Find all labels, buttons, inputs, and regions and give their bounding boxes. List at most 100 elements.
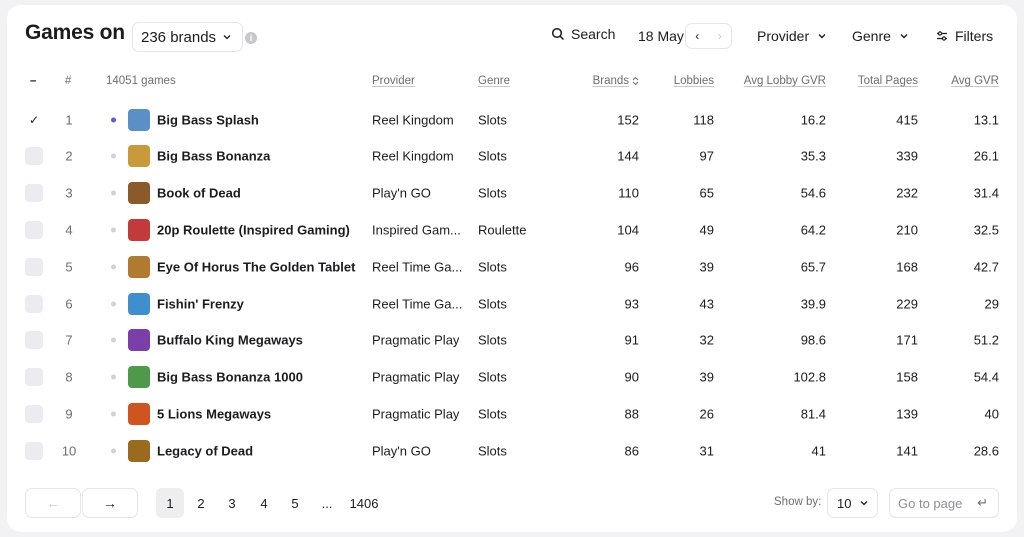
row-avg-lobby-gvr: 98.6 xyxy=(800,332,826,348)
row-avg-lobby-gvr: 65.7 xyxy=(800,259,826,275)
row-checkbox[interactable] xyxy=(25,441,43,460)
brand-select-value: 236 brands xyxy=(141,28,217,46)
enter-icon: ↵ xyxy=(977,495,988,510)
search-button[interactable]: Search xyxy=(551,26,615,42)
row-total-pages: 141 xyxy=(896,443,918,459)
page-1[interactable]: 1 xyxy=(156,488,184,518)
status-dot xyxy=(111,117,116,122)
col-total-pages[interactable]: Total Pages xyxy=(858,75,918,87)
row-avg-gvr: 28.6 xyxy=(973,443,999,459)
filters-label: Filters xyxy=(955,28,994,44)
chevron-down-icon xyxy=(818,34,826,39)
row-rank: 6 xyxy=(65,296,73,311)
col-brands[interactable]: Brands xyxy=(593,75,639,87)
row-avg-lobby-gvr: 16.2 xyxy=(800,112,826,127)
next-page-button[interactable]: → xyxy=(82,488,138,518)
table-row[interactable]: 9 5 Lions Megaways Pragmatic Play Slots 88 26… xyxy=(7,395,1017,432)
genre-dropdown[interactable]: Genre xyxy=(852,28,909,44)
row-rank: 4 xyxy=(65,222,73,238)
per-page-select[interactable]: 10 xyxy=(827,488,878,518)
chevron-down-icon xyxy=(860,501,868,506)
col-genre[interactable]: Genre xyxy=(478,75,510,87)
row-checkbox[interactable] xyxy=(25,294,43,313)
table-row[interactable]: 8 Big Bass Bonanza 1000 Pragmatic Play Slot… xyxy=(7,359,1017,396)
row-avg-gvr: 40 xyxy=(984,406,999,422)
genre-dropdown-label: Genre xyxy=(852,28,891,44)
table-row[interactable]: 7 Buffalo King Megaways Pragmatic Play Slot… xyxy=(7,322,1017,359)
row-checkbox[interactable] xyxy=(25,184,43,203)
row-provider: Pragmatic Play xyxy=(372,406,460,422)
row-provider: Play'n GO xyxy=(372,185,431,201)
row-checkbox[interactable] xyxy=(25,368,43,387)
info-icon[interactable]: i xyxy=(245,32,257,44)
row-checkbox[interactable] xyxy=(25,257,43,276)
status-dot xyxy=(111,374,116,380)
page-title: Games on xyxy=(25,21,125,44)
row-checkbox[interactable] xyxy=(25,404,43,423)
filters-button[interactable]: Filters xyxy=(936,28,993,44)
date-prev-button[interactable]: ‹ xyxy=(686,24,709,48)
game-name[interactable]: Big Bass Bonanza 1000 xyxy=(157,370,303,385)
chevron-down-icon xyxy=(900,34,908,39)
col-avg-lobby-gvr[interactable]: Avg Lobby GVR xyxy=(744,75,826,87)
game-name[interactable]: Book of Dead xyxy=(157,186,241,201)
goto-page-input[interactable]: Go to page ↵ xyxy=(889,488,999,518)
game-name[interactable]: Fishin' Frenzy xyxy=(157,296,244,311)
page-5[interactable]: 5 xyxy=(281,488,309,518)
col-lobbies[interactable]: Lobbies xyxy=(674,75,714,87)
table-row[interactable]: 4 20p Roulette (Inspired Gaming) Inspired … xyxy=(7,211,1017,248)
row-brands: 110 xyxy=(618,185,639,201)
per-page-value: 10 xyxy=(837,495,852,511)
row-genre: Slots xyxy=(478,443,507,459)
table-row[interactable]: ✓ 1 Big Bass Splash Reel Kingdom Slots 152 118… xyxy=(7,101,1017,138)
row-check-icon[interactable]: ✓ xyxy=(29,113,39,127)
col-provider[interactable]: Provider xyxy=(372,75,415,87)
page-3[interactable]: 3 xyxy=(218,488,246,518)
row-provider: Pragmatic Play xyxy=(372,369,460,385)
game-name[interactable]: Legacy of Dead xyxy=(157,443,253,458)
table-row[interactable]: 2 Big Bass Bonanza Reel Kingdom Slots 144 97 3… xyxy=(7,138,1017,175)
row-genre: Slots xyxy=(478,296,507,311)
col-avg-gvr[interactable]: Avg GVR xyxy=(951,75,999,87)
table-row[interactable]: 3 Book of Dead Play'n GO Slots 110 65 54.6 232 3… xyxy=(7,175,1017,212)
row-checkbox[interactable] xyxy=(25,147,43,166)
col-games: 14051 games xyxy=(106,75,176,87)
row-lobbies: 65 xyxy=(699,185,714,201)
row-brands: 152 xyxy=(617,112,639,127)
game-name[interactable]: 20p Roulette (Inspired Gaming) xyxy=(157,222,350,237)
sort-icon xyxy=(632,76,639,86)
row-lobbies: 43 xyxy=(699,296,714,311)
row-total-pages: 339 xyxy=(896,148,918,164)
prev-page-button[interactable]: ← xyxy=(25,488,81,518)
provider-dropdown[interactable]: Provider xyxy=(757,28,827,44)
select-all-toggle[interactable]: – xyxy=(30,75,36,87)
row-checkbox[interactable] xyxy=(25,331,43,350)
table-row[interactable]: 10 Legacy of Dead Play'n GO Slots 86 31 41 141 2… xyxy=(7,432,1017,469)
game-name[interactable]: 5 Lions Megaways xyxy=(157,406,271,421)
row-checkbox[interactable] xyxy=(25,220,43,239)
page-4[interactable]: 4 xyxy=(250,488,278,518)
row-total-pages: 210 xyxy=(896,222,918,238)
table-row[interactable]: 6 Fishin' Frenzy Reel Time Ga... Slots 93 43 3… xyxy=(7,285,1017,322)
row-avg-lobby-gvr: 81.4 xyxy=(800,406,826,422)
row-total-pages: 415 xyxy=(896,112,918,127)
page-2[interactable]: 2 xyxy=(187,488,215,518)
goto-page-placeholder: Go to page xyxy=(898,495,963,511)
brand-select[interactable]: 236 brands xyxy=(132,22,244,52)
row-lobbies: 118 xyxy=(693,112,714,127)
row-avg-lobby-gvr: 39.9 xyxy=(800,296,826,311)
date-next-button[interactable]: › xyxy=(709,24,732,48)
game-name[interactable]: Big Bass Splash xyxy=(157,112,259,127)
table-row[interactable]: 5 Eye Of Horus The Golden Tablet Reel Time… xyxy=(7,248,1017,285)
row-genre: Slots xyxy=(478,259,507,275)
row-rank: 10 xyxy=(61,443,77,459)
game-thumbnail xyxy=(128,329,150,352)
row-avg-gvr: 51.2 xyxy=(973,332,999,348)
game-name[interactable]: Eye Of Horus The Golden Tablet xyxy=(157,259,355,274)
page-last[interactable]: 1406 xyxy=(347,488,381,518)
game-name[interactable]: Big Bass Bonanza xyxy=(157,149,270,164)
row-total-pages: 232 xyxy=(896,185,918,201)
row-rank: 7 xyxy=(65,332,73,348)
game-name[interactable]: Buffalo King Megaways xyxy=(157,333,303,348)
row-brands: 93 xyxy=(624,296,639,311)
